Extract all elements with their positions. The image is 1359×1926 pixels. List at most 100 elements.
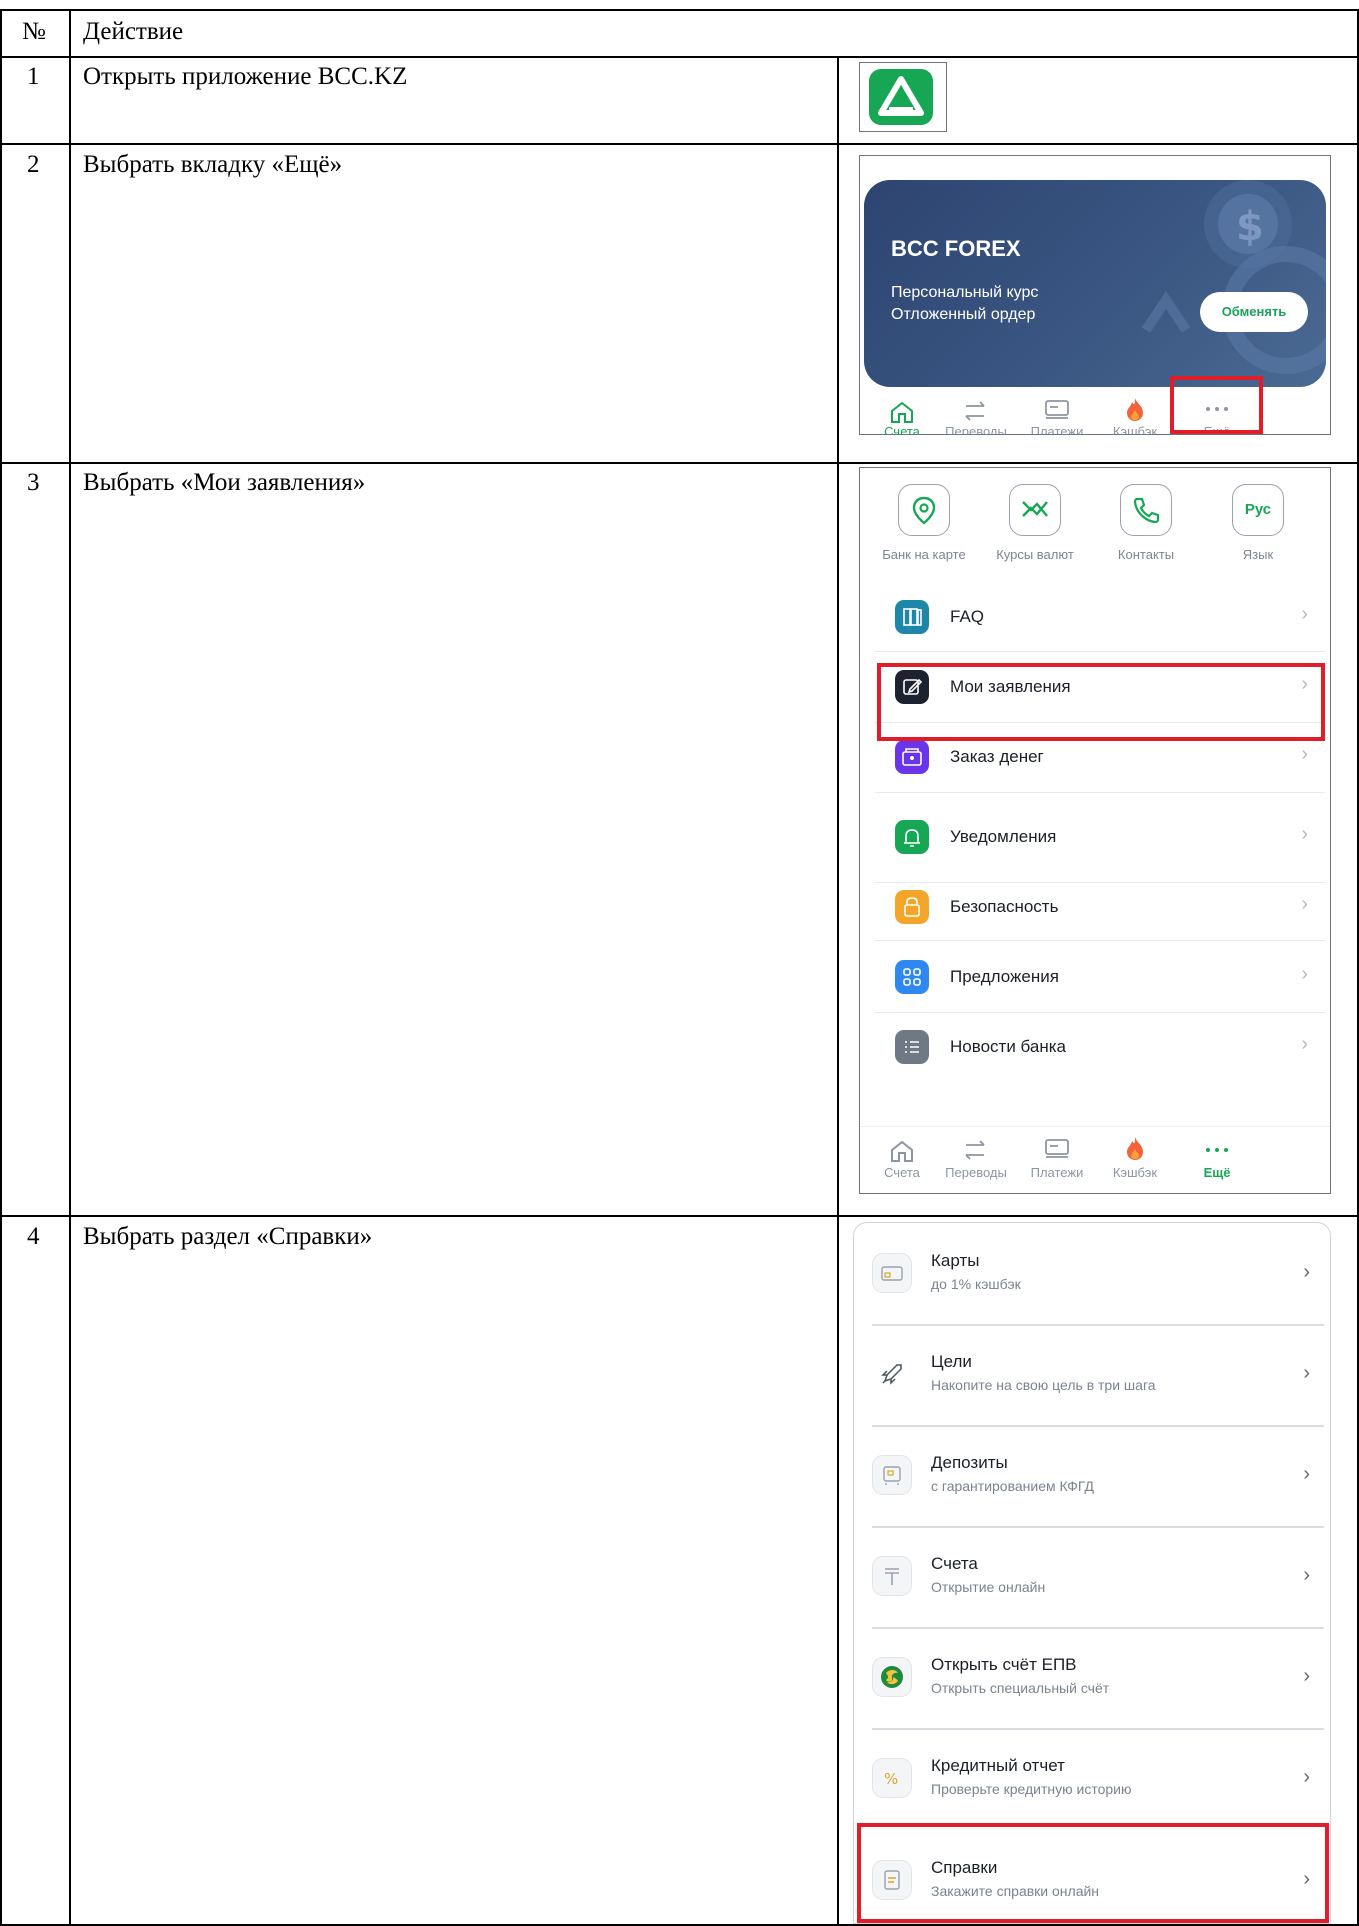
tab-label[interactable]: Платежи (1012, 424, 1102, 434)
chevron-right-icon: › (1301, 603, 1308, 625)
quick-action-label: Контакты (1117, 547, 1175, 562)
step-number: 4 (27, 1223, 40, 1250)
more-dots-icon[interactable] (1204, 1145, 1230, 1155)
service-item[interactable]: % Кредитный отчет Проверьте кредитную ис… (854, 1728, 1330, 1828)
tab-label[interactable]: Ещё (1172, 1165, 1262, 1180)
payments-icon[interactable] (1044, 398, 1070, 420)
grid-icon (895, 960, 929, 994)
quick-action[interactable] (898, 484, 950, 536)
step-action: Выбрать «Мои заявления» (83, 469, 366, 496)
tab-label[interactable]: Переводы (931, 424, 1021, 434)
service-subtitle: Открыть специальный счёт (931, 1680, 1110, 1696)
chevron-right-icon: › (1303, 1766, 1310, 1788)
menu-item-label: FAQ (950, 607, 985, 626)
service-item[interactable]: Депозиты с гарантированием КФГД › (854, 1425, 1330, 1525)
epv-icon (872, 1657, 912, 1697)
menu-item[interactable]: Новости банка › (860, 1012, 1330, 1082)
faq-icon (895, 600, 929, 634)
step-number: 2 (27, 151, 40, 178)
home-icon[interactable] (889, 1139, 915, 1163)
service-item[interactable]: Открыть счёт ЕПВ Открыть специальный счё… (854, 1627, 1330, 1727)
tab-label[interactable]: Кэшбэк (1090, 1165, 1180, 1180)
wallet-icon (895, 740, 929, 774)
svg-text:$: $ (1236, 204, 1264, 250)
service-subtitle: Проверьте кредитную историю (931, 1781, 1132, 1797)
chevron-right-icon: › (1303, 1665, 1310, 1687)
fire-icon[interactable] (1123, 396, 1147, 422)
chevron-right-icon: › (1301, 1033, 1308, 1055)
step4-screenshot: Карты до 1% кэшбэк › Цели Накопите на св… (853, 1222, 1331, 1924)
chevron-right-icon: › (1301, 823, 1308, 845)
table-rule (69, 9, 71, 1926)
step-number: 3 (27, 469, 40, 496)
menu-item[interactable]: Уведомления › (860, 792, 1330, 862)
safe-icon (872, 1455, 912, 1495)
quick-action-label: Банк на карте (882, 547, 966, 562)
table-rule (0, 462, 1359, 464)
quick-action-label: Курсы валют (996, 547, 1074, 562)
chevron-right-icon: › (1303, 1564, 1310, 1586)
chevron-right-icon: › (1301, 963, 1308, 985)
bell-icon (895, 820, 929, 854)
chevron-right-icon: › (1303, 1261, 1310, 1283)
language-icon[interactable]: Рус (1232, 484, 1284, 536)
step-action: Выбрать раздел «Справки» (83, 1223, 373, 1250)
quick-action-label: Язык (1242, 547, 1274, 562)
quick-action[interactable] (1120, 484, 1172, 536)
menu-item-label: Заказ денег (950, 747, 1044, 766)
menu-item-label: Новости банка (950, 1037, 1066, 1056)
forex-line: Персональный курс (891, 284, 1039, 301)
svg-text:%: % (884, 1770, 898, 1788)
table-rule (0, 9, 1359, 11)
chevron-right-icon: › (1301, 893, 1308, 915)
tab-label[interactable]: Кэшбэк (1090, 424, 1180, 434)
chevron-right-icon: › (1301, 743, 1308, 765)
header-number: № (22, 18, 46, 45)
highlight-frame (857, 1823, 1329, 1923)
bottom-tab-bar: Счета Переводы Платежи Кэшбэк Ещё (860, 1126, 1330, 1193)
tab-label[interactable]: Платежи (1012, 1165, 1102, 1180)
service-subtitle: с гарантированием КФГД (931, 1478, 1094, 1494)
menu-item-label: Уведомления (950, 827, 1057, 846)
step2-screenshot: $ BCC FOREX Персональный курс Отложенный… (859, 155, 1331, 435)
highlight-frame (1170, 376, 1263, 434)
service-title: Цели (931, 1352, 972, 1371)
step-action: Выбрать вкладку «Ещё» (83, 151, 343, 178)
exchange-rates-icon (1022, 501, 1048, 517)
phone-icon (1133, 497, 1160, 524)
exchange-button[interactable]: Обменять (1200, 292, 1308, 332)
bcc-logo-icon (878, 76, 924, 116)
home-icon[interactable] (889, 400, 915, 424)
rocket-icon (872, 1354, 912, 1394)
menu-item[interactable]: Предложения › (860, 940, 1330, 1010)
menu-item-label: Безопасность (950, 897, 1059, 916)
table-rule (0, 143, 1359, 145)
tab-label[interactable]: Переводы (931, 1165, 1021, 1180)
tenge-icon (872, 1556, 912, 1596)
service-subtitle: Открытие онлайн (931, 1579, 1046, 1595)
payments-icon[interactable] (1044, 1137, 1070, 1159)
table-rule (0, 56, 1359, 58)
service-subtitle: Накопите на свою цель в три шага (931, 1377, 1156, 1393)
service-title: Депозиты (931, 1453, 1008, 1472)
fire-icon[interactable] (1123, 1135, 1147, 1161)
service-item[interactable]: Карты до 1% кэшбэк › (854, 1223, 1330, 1323)
table-rule (0, 9, 2, 1926)
bcc-app-icon[interactable] (869, 69, 933, 125)
transfer-icon[interactable] (962, 1139, 988, 1161)
currency-decor-icon: $ (1141, 180, 1326, 374)
language-badge: Рус (1244, 501, 1272, 518)
quick-action[interactable] (1009, 484, 1061, 536)
service-item[interactable]: Счета Открытие онлайн › (854, 1526, 1330, 1626)
highlight-frame (877, 663, 1325, 741)
app-icon-screenshot (859, 62, 947, 132)
forex-title: BCC FOREX (891, 236, 1021, 261)
forex-banner[interactable]: $ BCC FOREX Персональный курс Отложенный… (864, 180, 1326, 387)
service-item[interactable]: Цели Накопите на свою цель в три шага › (854, 1324, 1330, 1424)
service-title: Кредитный отчет (931, 1756, 1065, 1775)
menu-item[interactable]: FAQ › (860, 582, 1330, 652)
chevron-right-icon: › (1303, 1362, 1310, 1384)
service-subtitle: до 1% кэшбэк (931, 1276, 1021, 1292)
menu-item-label: Предложения (950, 967, 1059, 986)
transfer-icon[interactable] (962, 400, 988, 422)
